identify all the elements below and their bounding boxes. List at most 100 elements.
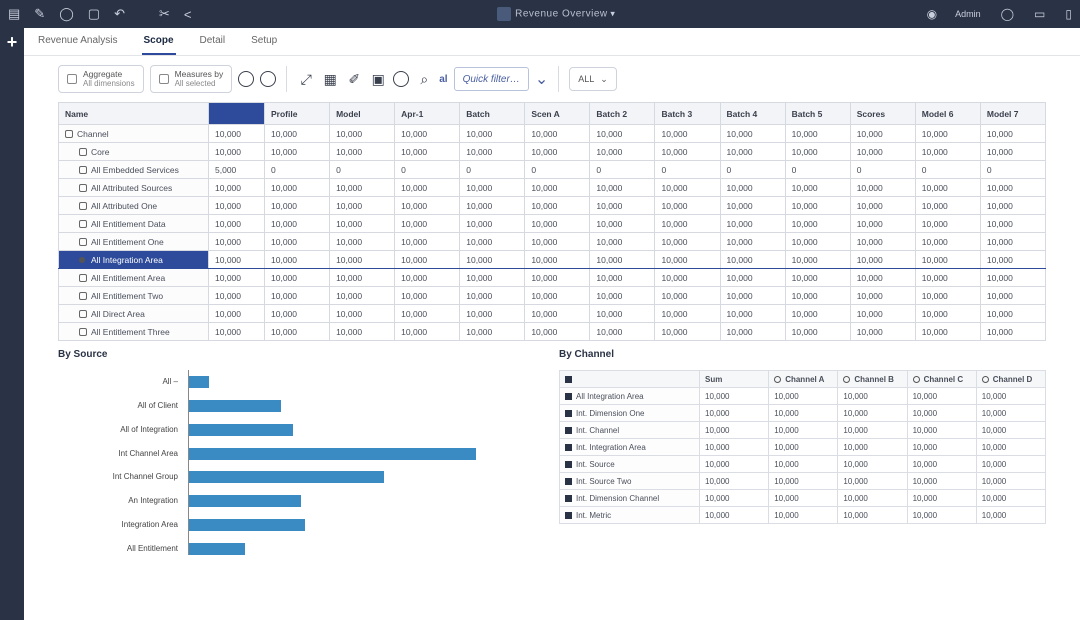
row-header[interactable]: All Entitlement One bbox=[59, 233, 209, 251]
row-header[interactable]: All Entitlement Three bbox=[59, 323, 209, 341]
cell[interactable]: 10,000 bbox=[265, 197, 330, 215]
row-header[interactable]: Core bbox=[59, 143, 209, 161]
cell[interactable]: 10,000 bbox=[460, 269, 525, 287]
aggregate-selector[interactable]: AggregateAll dimensions bbox=[58, 65, 144, 93]
cell[interactable]: 10,000 bbox=[720, 197, 785, 215]
info-icon[interactable] bbox=[260, 71, 276, 87]
expand-icon[interactable]: ⤢ bbox=[297, 70, 315, 88]
cell[interactable]: 10,000 bbox=[980, 215, 1045, 233]
filter-dropdown-icon[interactable]: ⌄ bbox=[535, 69, 548, 89]
cell[interactable]: 10,000 bbox=[330, 197, 395, 215]
cell[interactable]: 10,000 bbox=[850, 233, 915, 251]
search-icon[interactable]: ⌕ bbox=[415, 70, 433, 88]
cell[interactable]: 10,000 bbox=[980, 233, 1045, 251]
cell[interactable]: 10,000 bbox=[460, 143, 525, 161]
cell[interactable]: 10,000 bbox=[976, 456, 1045, 473]
cell[interactable]: 10,000 bbox=[980, 197, 1045, 215]
cell[interactable]: 10,000 bbox=[785, 197, 850, 215]
col-header[interactable]: Scen A bbox=[525, 103, 590, 125]
cell[interactable]: 10,000 bbox=[700, 405, 769, 422]
col-header[interactable]: Scores bbox=[850, 103, 915, 125]
cell[interactable]: 10,000 bbox=[915, 143, 980, 161]
cell[interactable]: 10,000 bbox=[209, 287, 265, 305]
cell[interactable]: 10,000 bbox=[525, 197, 590, 215]
cell[interactable]: 10,000 bbox=[330, 251, 395, 269]
cell[interactable]: 10,000 bbox=[460, 233, 525, 251]
cell[interactable]: 10,000 bbox=[976, 490, 1045, 507]
columns-icon[interactable]: ▦ bbox=[321, 70, 339, 88]
cell[interactable]: 10,000 bbox=[720, 179, 785, 197]
cell[interactable]: 10,000 bbox=[209, 179, 265, 197]
cell[interactable]: 5,000 bbox=[209, 161, 265, 179]
cell[interactable]: 10,000 bbox=[907, 456, 976, 473]
cell[interactable]: 10,000 bbox=[525, 287, 590, 305]
col-header[interactable]: Model 7 bbox=[980, 103, 1045, 125]
tab-scope[interactable]: Scope bbox=[142, 28, 176, 55]
row-header[interactable]: All Entitlement Two bbox=[59, 287, 209, 305]
col-header[interactable]: Model bbox=[330, 103, 395, 125]
cell[interactable]: 10,000 bbox=[655, 179, 720, 197]
cell[interactable]: 10,000 bbox=[980, 305, 1045, 323]
cell[interactable]: 10,000 bbox=[720, 251, 785, 269]
cell[interactable]: 10,000 bbox=[395, 287, 460, 305]
cell[interactable]: 10,000 bbox=[655, 269, 720, 287]
cell[interactable]: 10,000 bbox=[976, 422, 1045, 439]
cell[interactable]: 10,000 bbox=[265, 251, 330, 269]
row-header[interactable]: All Integration Area bbox=[59, 251, 209, 269]
cell[interactable]: 10,000 bbox=[655, 143, 720, 161]
cell[interactable]: 10,000 bbox=[850, 269, 915, 287]
row-header[interactable]: Int. Dimension One bbox=[560, 405, 700, 422]
cell[interactable]: 10,000 bbox=[769, 473, 838, 490]
share-icon[interactable]: < bbox=[184, 7, 192, 22]
cell[interactable]: 10,000 bbox=[395, 251, 460, 269]
table-row[interactable]: All Integration Area10,00010,00010,00010… bbox=[59, 251, 1046, 269]
cell[interactable]: 10,000 bbox=[700, 422, 769, 439]
row-header[interactable]: All Embedded Services bbox=[59, 161, 209, 179]
table-row[interactable]: All Entitlement Area10,00010,00010,00010… bbox=[59, 269, 1046, 287]
cell[interactable]: 10,000 bbox=[785, 215, 850, 233]
cell[interactable]: 0 bbox=[980, 161, 1045, 179]
cell[interactable]: 10,000 bbox=[915, 305, 980, 323]
table-row[interactable]: All Entitlement One10,00010,00010,00010,… bbox=[59, 233, 1046, 251]
cell[interactable]: 10,000 bbox=[395, 305, 460, 323]
col-header[interactable]: Batch 5 bbox=[785, 103, 850, 125]
col-header[interactable]: Batch bbox=[460, 103, 525, 125]
cell[interactable]: 10,000 bbox=[265, 269, 330, 287]
table-row[interactable]: Int. Dimension Channel10,00010,00010,000… bbox=[560, 490, 1046, 507]
user-avatar-icon[interactable]: ◉ bbox=[927, 7, 937, 21]
row-header[interactable]: All Integration Area bbox=[560, 388, 700, 405]
cell[interactable]: 10,000 bbox=[330, 215, 395, 233]
cell[interactable]: 10,000 bbox=[460, 323, 525, 341]
cell[interactable]: 10,000 bbox=[769, 422, 838, 439]
cell[interactable]: 10,000 bbox=[976, 507, 1045, 524]
cell[interactable]: 10,000 bbox=[265, 143, 330, 161]
cell[interactable]: 10,000 bbox=[980, 251, 1045, 269]
ring-icon[interactable] bbox=[393, 71, 409, 87]
col-header[interactable]: Model 6 bbox=[915, 103, 980, 125]
cell[interactable]: 10,000 bbox=[460, 215, 525, 233]
col-header[interactable]: Batch 4 bbox=[720, 103, 785, 125]
cell[interactable]: 0 bbox=[330, 161, 395, 179]
table-row[interactable]: All Entitlement Data10,00010,00010,00010… bbox=[59, 215, 1046, 233]
cell[interactable]: 10,000 bbox=[907, 473, 976, 490]
col-header[interactable]: Apr-1 bbox=[395, 103, 460, 125]
cell[interactable]: 10,000 bbox=[720, 305, 785, 323]
cell[interactable]: 0 bbox=[525, 161, 590, 179]
cell[interactable]: 10,000 bbox=[720, 323, 785, 341]
table-row[interactable]: Int. Source Two10,00010,00010,00010,0001… bbox=[560, 473, 1046, 490]
cell[interactable]: 10,000 bbox=[525, 251, 590, 269]
tab-setup[interactable]: Setup bbox=[249, 28, 279, 55]
circle-icon[interactable]: ◯ bbox=[59, 6, 74, 22]
tab-detail[interactable]: Detail bbox=[198, 28, 228, 55]
cell[interactable]: 10,000 bbox=[850, 251, 915, 269]
cell[interactable]: 10,000 bbox=[700, 507, 769, 524]
cell[interactable]: 10,000 bbox=[785, 233, 850, 251]
cell[interactable]: 10,000 bbox=[525, 215, 590, 233]
cell[interactable]: 10,000 bbox=[525, 305, 590, 323]
table-row[interactable]: Int. Dimension One10,00010,00010,00010,0… bbox=[560, 405, 1046, 422]
cell[interactable]: 10,000 bbox=[907, 405, 976, 422]
cell[interactable]: 10,000 bbox=[785, 143, 850, 161]
panel-icon[interactable]: ▯ bbox=[1065, 7, 1072, 21]
cell[interactable]: 10,000 bbox=[590, 251, 655, 269]
row-header[interactable]: All Attributed Sources bbox=[59, 179, 209, 197]
